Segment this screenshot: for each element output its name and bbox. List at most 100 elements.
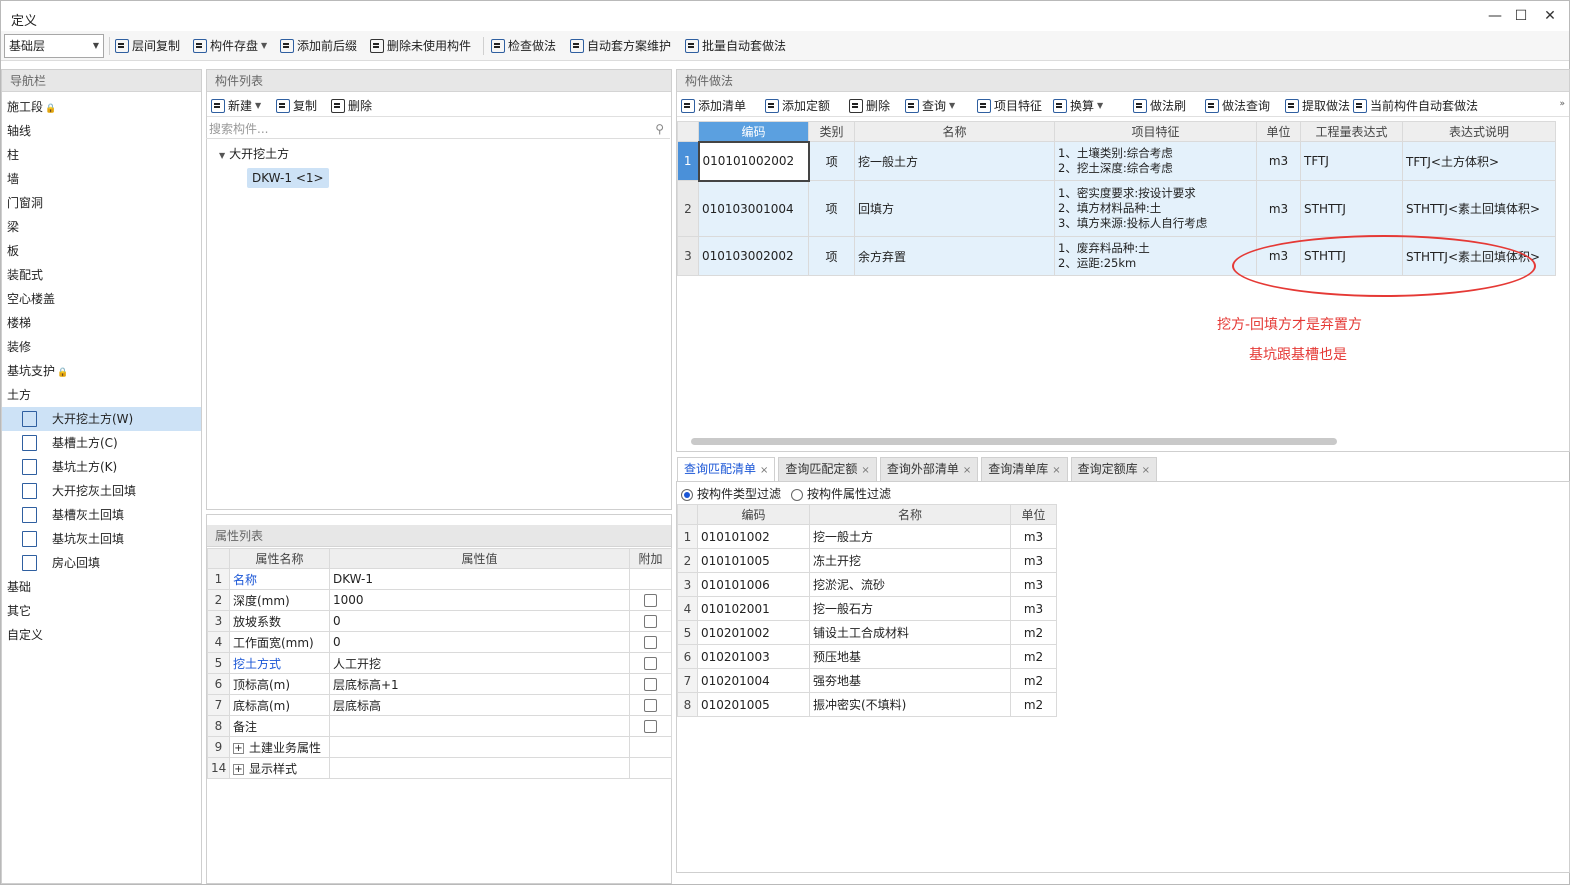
check-method-button[interactable]: 检查做法 [491, 36, 556, 56]
table-row[interactable]: 1 010101002002 项挖一般土方 1、土壤类别:综合考虑 2、挖土深度:综合考… [677, 140, 1556, 182]
more-icon[interactable]: » [1559, 99, 1565, 109]
expand-icon[interactable]: + [233, 742, 244, 754]
filter-by-type-radio[interactable]: 按构件类型过滤 [681, 485, 781, 503]
batch-auto-button[interactable]: 批量自动套做法 [685, 36, 786, 56]
nav-subitem[interactable]: 基坑灰土回填 [2, 527, 201, 551]
add-prefix-suffix-button[interactable]: 添加前后缀 [280, 36, 357, 56]
method-toolbar-button[interactable]: 添加清单 [681, 96, 746, 116]
property-value-cell[interactable] [329, 757, 630, 779]
property-value-cell[interactable]: 层底标高 [329, 694, 630, 716]
copy-between-floors-button[interactable]: 层间复制 [115, 36, 180, 56]
table-row[interactable]: 5 010201002 铺设土工合成材料 m2 [677, 620, 1057, 645]
name-cell[interactable]: 挖一般土方 [854, 141, 1055, 181]
nav-item[interactable]: 其它 [2, 599, 201, 623]
table-row[interactable]: 7 底标高(m) 层底标高 [207, 694, 672, 716]
save-component-button[interactable]: 构件存盘 ▼ [193, 36, 267, 56]
component-search-input[interactable]: 搜索构件... ⚲ [206, 120, 670, 139]
code-cell[interactable]: 010103002002 [698, 236, 809, 276]
property-value-cell[interactable]: 0 [329, 610, 630, 632]
property-value-cell[interactable]: 0 [329, 631, 630, 653]
table-row[interactable]: 4 工作面宽(mm) 0 [207, 631, 672, 653]
nav-item[interactable]: 装修 [2, 335, 201, 359]
copy-button[interactable]: 复制 [276, 96, 317, 116]
attach-checkbox[interactable] [644, 699, 657, 712]
method-toolbar-button[interactable]: 提取做法 [1285, 96, 1350, 116]
table-row[interactable]: 3 放坡系数 0 [207, 610, 672, 632]
query-tab[interactable]: 查询外部清单 × [879, 457, 979, 481]
nav-subitem[interactable]: 大开挖土方(W) [2, 407, 201, 431]
floor-select[interactable]: 基础层 ▼ [4, 34, 104, 58]
table-row[interactable]: 4 010102001 挖一般石方 m3 [677, 596, 1057, 621]
nav-item[interactable]: 施工段 🔒 [2, 95, 201, 119]
nav-subitem[interactable]: 基槽灰土回填 [2, 503, 201, 527]
nav-item[interactable]: 门窗洞 [2, 191, 201, 215]
query-tab[interactable]: 查询定额库 × [1070, 457, 1158, 481]
attach-checkbox[interactable] [644, 615, 657, 628]
method-toolbar-button[interactable]: 添加定额 [765, 96, 830, 116]
property-value-cell[interactable] [329, 736, 630, 758]
nav-item[interactable]: 柱 [2, 143, 201, 167]
table-row[interactable]: 6 010201003 预压地基 m2 [677, 644, 1057, 669]
table-row[interactable]: 14 + 显示样式 [207, 757, 672, 779]
nav-item[interactable]: 基础 [2, 575, 201, 599]
name-cell[interactable]: 余方弃置 [854, 236, 1055, 276]
nav-item[interactable]: 自定义 [2, 623, 201, 647]
code-cell[interactable]: 010103001004 [698, 180, 809, 237]
nav-item[interactable]: 梁 [2, 215, 201, 239]
table-row[interactable]: 2 010103001004 项回填方 1、密实度要求:按设计要求 2、填方材料品种:土… [677, 180, 1556, 237]
attach-checkbox[interactable] [644, 678, 657, 691]
horizontal-scrollbar[interactable] [691, 438, 1337, 445]
property-value-cell[interactable]: 人工开挖 [329, 652, 630, 674]
query-tab[interactable]: 查询清单库 × [981, 457, 1068, 481]
name-cell[interactable]: 回填方 [854, 180, 1055, 237]
close-icon[interactable]: × [963, 465, 971, 476]
table-row[interactable]: 8 备注 [207, 715, 672, 737]
new-button[interactable]: 新建 ▼ [211, 96, 261, 116]
method-toolbar-button[interactable]: 删除 [849, 96, 890, 116]
nav-item[interactable]: 装配式 [2, 263, 201, 287]
nav-subitem[interactable]: 基坑土方(K) [2, 455, 201, 479]
method-toolbar-button[interactable]: 当前构件自动套做法 [1353, 96, 1478, 116]
nav-subitem[interactable]: 基槽土方(C) [2, 431, 201, 455]
nav-subitem[interactable]: 房心回填 [2, 551, 201, 575]
table-row[interactable]: 2 深度(mm) 1000 [207, 589, 672, 611]
nav-item[interactable]: 空心楼盖 [2, 287, 201, 311]
table-row[interactable]: 3 010101006 挖淤泥、流砂 m3 [677, 572, 1057, 597]
feature-cell[interactable]: 1、废弃料品种:土 2、运距:25km [1054, 236, 1257, 276]
feature-cell[interactable]: 1、土壤类别:综合考虑 2、挖土深度:综合考虑 [1054, 141, 1257, 181]
method-toolbar-button[interactable]: 做法刷 [1133, 96, 1186, 116]
attach-checkbox[interactable] [644, 720, 657, 733]
close-icon[interactable]: × [1142, 465, 1150, 476]
tree-node-parent[interactable]: ▼ 大开挖土方 [219, 145, 289, 163]
nav-item[interactable]: 墙 [2, 167, 201, 191]
method-toolbar-button[interactable]: 换算 ▼ [1053, 96, 1103, 116]
table-row[interactable]: 7 010201004 强夯地基 m2 [677, 668, 1057, 693]
table-row[interactable]: 6 顶标高(m) 层底标高+1 [207, 673, 672, 695]
nav-item[interactable]: 轴线 [2, 119, 201, 143]
property-value-cell[interactable]: DKW-1 [329, 568, 630, 590]
table-row[interactable]: 1 010101002 挖一般土方 m3 [677, 524, 1057, 549]
method-toolbar-button[interactable]: 做法查询 [1205, 96, 1270, 116]
query-tab[interactable]: 查询匹配清单 × [677, 457, 776, 481]
close-button[interactable]: ✕ [1533, 5, 1567, 27]
close-icon[interactable]: × [1052, 465, 1060, 476]
expression-cell[interactable]: TFTJ [1300, 141, 1403, 181]
query-tab[interactable]: 查询匹配定额 × [778, 457, 877, 481]
delete-button[interactable]: 删除 [331, 96, 372, 116]
table-row[interactable]: 2 010101005 冻土开挖 m3 [677, 548, 1057, 573]
filter-by-attribute-radio[interactable]: 按构件属性过滤 [791, 485, 891, 503]
close-icon[interactable]: × [760, 465, 768, 476]
method-toolbar-button[interactable]: 查询 ▼ [905, 96, 955, 116]
method-toolbar-button[interactable]: 项目特征 [977, 96, 1042, 116]
nav-item[interactable]: 板 [2, 239, 201, 263]
nav-subitem[interactable]: 大开挖灰土回填 [2, 479, 201, 503]
attach-checkbox[interactable] [644, 657, 657, 670]
table-row[interactable]: 8 010201005 振冲密实(不填料) m2 [677, 692, 1057, 717]
property-value-cell[interactable]: 1000 [329, 589, 630, 611]
table-row[interactable]: 9 + 土建业务属性 [207, 736, 672, 758]
nav-item[interactable]: 楼梯 [2, 311, 201, 335]
tree-node-child[interactable]: DKW-1 <1> [247, 168, 329, 188]
expand-icon[interactable]: + [233, 763, 244, 775]
auto-scheme-button[interactable]: 自动套方案维护 [570, 36, 671, 56]
feature-cell[interactable]: 1、密实度要求:按设计要求 2、填方材料品种:土 3、填方来源:投标人自行考虑 [1054, 180, 1257, 237]
